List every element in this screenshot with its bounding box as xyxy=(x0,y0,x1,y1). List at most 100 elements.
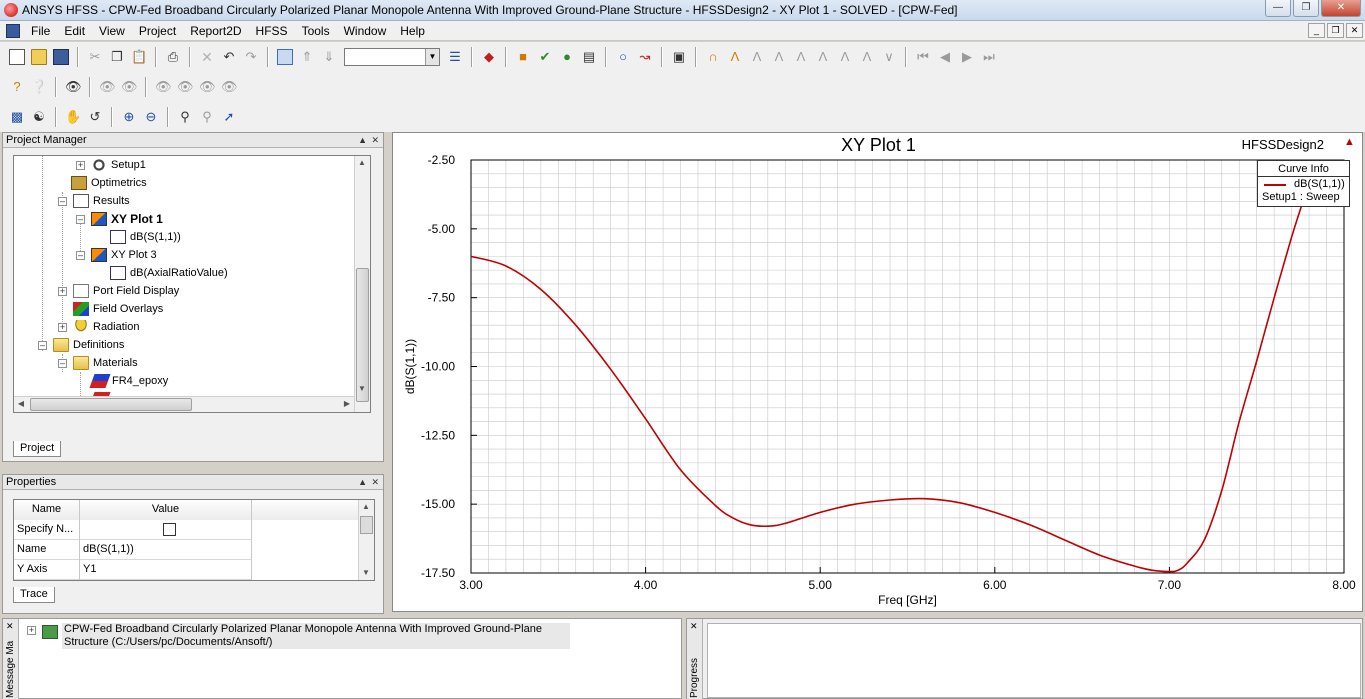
close-button[interactable]: ✕ xyxy=(1321,0,1361,17)
property-row-name[interactable]: Name dB(S(1,1)) xyxy=(14,540,252,560)
pan-icon[interactable]: ✋ xyxy=(65,109,81,125)
tree-item-optimetrics[interactable]: Optimetrics xyxy=(71,174,147,192)
marker-prev-icon[interactable]: Λ xyxy=(793,49,809,65)
prev-frame-icon[interactable]: ◀ xyxy=(937,49,953,65)
scroll-up-icon[interactable]: ▲ xyxy=(355,156,369,170)
peak-icon[interactable]: Λ xyxy=(859,49,875,65)
move-up-icon[interactable]: ⇑ xyxy=(299,49,315,65)
show-icon[interactable]: 👁 xyxy=(65,79,82,95)
collapse-icon[interactable]: – xyxy=(58,196,67,206)
zoom-in-icon[interactable]: ⊕ xyxy=(121,109,137,125)
column-name[interactable]: Name xyxy=(14,500,80,520)
tree-item-xy-plot-1[interactable]: – XY Plot 1 xyxy=(76,210,163,228)
analyze-icon[interactable]: ● xyxy=(559,49,575,65)
properties-scrollbar[interactable]: ▲ ▼ xyxy=(358,500,374,580)
tree-item-trace-axial-ratio[interactable]: dB(AxialRatioValue) xyxy=(110,264,228,282)
mdi-minimize-button[interactable]: _ xyxy=(1308,23,1325,38)
scroll-thumb[interactable] xyxy=(360,516,373,534)
curve-info-legend[interactable]: Curve Info dB(S(1,1)) Setup1 : Sweep xyxy=(1257,160,1350,207)
expand-icon[interactable]: + xyxy=(27,626,36,635)
collapse-icon[interactable]: – xyxy=(76,214,85,224)
hide-icon[interactable]: 👁 xyxy=(99,79,116,95)
tree-item-definitions[interactable]: – Definitions xyxy=(38,336,124,354)
hide-all-icon[interactable]: 👁 xyxy=(121,79,138,95)
tab-trace[interactable]: Trace xyxy=(13,587,55,603)
panel-close-icon[interactable]: ✕ xyxy=(371,475,379,490)
menu-file[interactable]: File xyxy=(24,21,57,41)
menu-window[interactable]: Window xyxy=(337,21,394,41)
menu-help[interactable]: Help xyxy=(393,21,432,41)
menu-report2d[interactable]: Report2D xyxy=(183,21,248,41)
property-row-specify-name[interactable]: Specify N... xyxy=(14,520,252,540)
tree-item-port-field-display[interactable]: + Port Field Display xyxy=(58,282,179,300)
help-topics-icon[interactable]: ? xyxy=(9,79,25,95)
minimize-button[interactable]: — xyxy=(1265,0,1291,17)
scroll-thumb[interactable] xyxy=(30,398,192,411)
marker-max-icon[interactable]: Λ xyxy=(727,49,743,65)
expand-icon[interactable]: + xyxy=(58,322,67,332)
property-row-y-axis[interactable]: Y Axis Y1 xyxy=(14,560,252,580)
tree-item-radiation[interactable]: + Radiation xyxy=(58,318,139,336)
marker-next-icon[interactable]: Λ xyxy=(771,49,787,65)
print-icon[interactable]: ⎙ xyxy=(165,49,181,65)
specify-name-checkbox[interactable] xyxy=(163,523,176,536)
mdi-close-button[interactable]: ✕ xyxy=(1346,23,1363,38)
marker-right-icon[interactable]: Λ xyxy=(837,49,853,65)
rotate-icon[interactable]: ↺ xyxy=(87,109,103,125)
context-help-icon[interactable]: ❔ xyxy=(31,79,47,95)
mdi-restore-button[interactable]: ❐ xyxy=(1327,23,1344,38)
message-manager-tab[interactable]: ✕ Message Ma xyxy=(3,619,19,699)
tree-vertical-scrollbar[interactable]: ▲ ▼ xyxy=(354,156,370,412)
menu-hfss[interactable]: HFSS xyxy=(249,21,295,41)
scroll-down-icon[interactable]: ▼ xyxy=(359,566,373,580)
panel-pin-icon[interactable]: ▲ xyxy=(358,133,367,148)
collapse-icon[interactable]: – xyxy=(38,340,47,350)
quick-report-icon[interactable]: ◆ xyxy=(481,49,497,65)
tree-item-materials[interactable]: – Materials xyxy=(58,354,138,372)
last-frame-icon[interactable]: ⏭ xyxy=(981,49,997,65)
undo-icon[interactable]: ↶ xyxy=(221,49,237,65)
marker-min-icon[interactable]: Λ xyxy=(749,49,765,65)
menu-view[interactable]: View xyxy=(92,21,132,41)
expand-icon[interactable]: + xyxy=(58,286,67,296)
tree-item-field-overlays[interactable]: Field Overlays xyxy=(73,300,163,318)
zoom-icon[interactable]: ⚲ xyxy=(177,109,193,125)
column-value[interactable]: Value xyxy=(80,500,252,520)
scroll-right-icon[interactable]: ▶ xyxy=(340,397,354,411)
marker-left-icon[interactable]: Λ xyxy=(815,49,831,65)
xy-plot-window[interactable]: 3.00 4.00 5.00 6.00 7.00 8.00 -2.50 -5.00 -7.50-… xyxy=(392,132,1363,612)
validate-icon[interactable]: ■ xyxy=(515,49,531,65)
menu-project[interactable]: Project xyxy=(132,21,183,41)
paste-icon[interactable]: 📋 xyxy=(131,49,147,65)
view-2-icon[interactable]: 👁 xyxy=(177,79,194,95)
zoom-area-icon[interactable]: ⚲ xyxy=(199,109,215,125)
view-3-icon[interactable]: 👁 xyxy=(199,79,216,95)
tab-project[interactable]: Project xyxy=(13,441,62,457)
collapse-icon[interactable]: – xyxy=(58,358,67,368)
menu-tools[interactable]: Tools xyxy=(295,21,337,41)
tree-item-trace-s11[interactable]: dB(S(1,1)) xyxy=(110,228,181,246)
maximize-button[interactable]: ❐ xyxy=(1293,0,1319,17)
tree-item-fr4-epoxy[interactable]: FR4_epoxy xyxy=(89,372,168,390)
property-value[interactable]: dB(S(1,1)) xyxy=(80,540,252,560)
scroll-up-icon[interactable]: ▲ xyxy=(359,500,373,514)
move-down-icon[interactable]: ⇓ xyxy=(321,49,337,65)
tree-item-setup1[interactable]: + Setup1 xyxy=(76,156,146,174)
view-1-icon[interactable]: 👁 xyxy=(155,79,172,95)
expand-icon[interactable]: + xyxy=(76,160,85,170)
property-value[interactable] xyxy=(80,520,252,540)
orient-icon[interactable]: ☯ xyxy=(31,109,47,125)
next-frame-icon[interactable]: ▶ xyxy=(959,49,975,65)
scroll-left-icon[interactable]: ◀ xyxy=(14,397,28,411)
open-icon[interactable] xyxy=(31,49,47,65)
panel-pin-icon[interactable]: ▲ xyxy=(358,475,367,490)
save-icon[interactable] xyxy=(53,49,69,65)
select-mode-icon[interactable] xyxy=(277,49,293,65)
view-4-icon[interactable]: 👁 xyxy=(221,79,238,95)
menu-edit[interactable]: Edit xyxy=(57,21,92,41)
tree-item-xy-plot-3[interactable]: – XY Plot 3 xyxy=(76,246,157,264)
panel-close-icon[interactable]: ✕ xyxy=(6,621,14,632)
panel-close-icon[interactable]: ✕ xyxy=(371,133,379,148)
property-value[interactable]: Y1 xyxy=(80,560,252,580)
selection-combo[interactable]: ▼ xyxy=(344,48,440,66)
